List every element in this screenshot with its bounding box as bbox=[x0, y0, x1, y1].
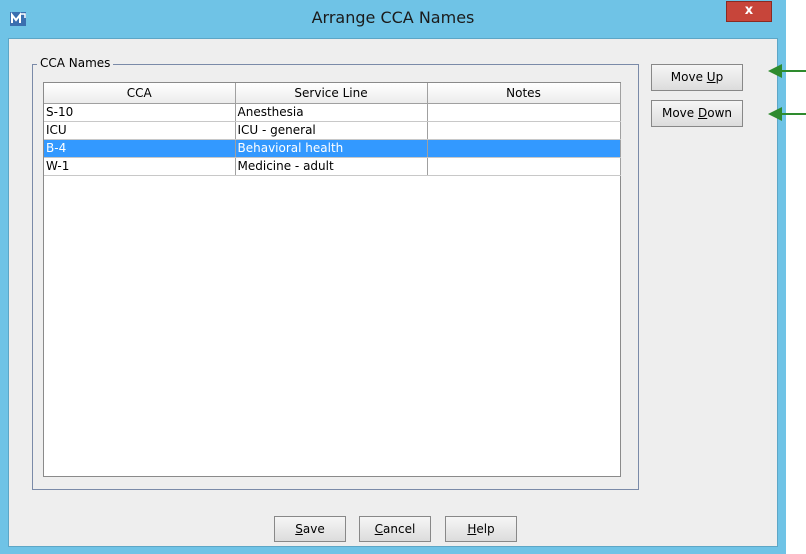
cell-service-line: Medicine - adult bbox=[235, 157, 428, 176]
close-icon: x bbox=[744, 3, 754, 18]
save-mnemonic: S bbox=[295, 522, 303, 536]
cell-cca: W-1 bbox=[44, 157, 236, 176]
table-header: CCA Service Line Notes bbox=[44, 83, 621, 104]
cell-notes bbox=[427, 157, 621, 176]
move-down-label-pre: Move bbox=[661, 106, 698, 120]
cancel-mnemonic: C bbox=[374, 522, 384, 536]
cell-service-line: Behavioral health bbox=[235, 139, 428, 158]
cell-service-line: Anesthesia bbox=[235, 103, 428, 122]
move-down-mnemonic: D bbox=[697, 106, 708, 120]
cca-names-group: CCA Names CCA Service Line Notes S-10 An… bbox=[32, 56, 639, 490]
cell-cca: S-10 bbox=[44, 103, 236, 122]
group-label: CCA Names bbox=[37, 56, 114, 70]
help-button[interactable]: Help bbox=[445, 516, 517, 542]
move-up-label-pre: Move bbox=[670, 70, 707, 84]
close-button[interactable]: x bbox=[726, 1, 772, 22]
cell-service-line: ICU - general bbox=[235, 121, 428, 140]
left-arrow-icon bbox=[768, 107, 806, 121]
move-down-button[interactable]: Move Down bbox=[651, 100, 743, 127]
move-down-label-post: own bbox=[707, 106, 732, 120]
move-up-mnemonic: U bbox=[706, 70, 716, 84]
cancel-button[interactable]: Cancel bbox=[359, 516, 431, 542]
save-button[interactable]: Save bbox=[274, 516, 346, 542]
title-bar[interactable]: Arrange CCA Names x bbox=[0, 0, 786, 38]
table-row[interactable]: S-10 Anesthesia bbox=[44, 103, 621, 122]
cell-notes bbox=[427, 121, 621, 140]
help-label-post: elp bbox=[476, 522, 495, 536]
dialog-body: CCA Names CCA Service Line Notes S-10 An… bbox=[8, 38, 778, 547]
column-header-cca[interactable]: CCA bbox=[44, 83, 236, 104]
table-row[interactable]: ICU ICU - general bbox=[44, 121, 621, 140]
left-arrow-icon bbox=[768, 64, 806, 78]
cell-notes bbox=[427, 139, 621, 158]
move-up-label-post: p bbox=[715, 70, 724, 84]
column-header-service-line[interactable]: Service Line bbox=[235, 83, 428, 104]
move-up-button[interactable]: Move Up bbox=[651, 64, 743, 91]
column-header-notes[interactable]: Notes bbox=[427, 83, 621, 104]
help-mnemonic: H bbox=[467, 522, 477, 536]
save-label-post: ave bbox=[302, 522, 325, 536]
table-row[interactable]: W-1 Medicine - adult bbox=[44, 157, 621, 176]
cell-notes bbox=[427, 103, 621, 122]
dialog-window: Arrange CCA Names x CCA Names CCA Servic… bbox=[0, 0, 786, 554]
cell-cca: B-4 bbox=[44, 139, 236, 158]
cca-table[interactable]: CCA Service Line Notes S-10 Anesthesia I… bbox=[43, 82, 621, 477]
table-row-selected[interactable]: B-4 Behavioral health bbox=[44, 139, 621, 158]
cancel-label-post: ancel bbox=[383, 522, 416, 536]
cell-cca: ICU bbox=[44, 121, 236, 140]
window-title: Arrange CCA Names bbox=[311, 8, 475, 27]
